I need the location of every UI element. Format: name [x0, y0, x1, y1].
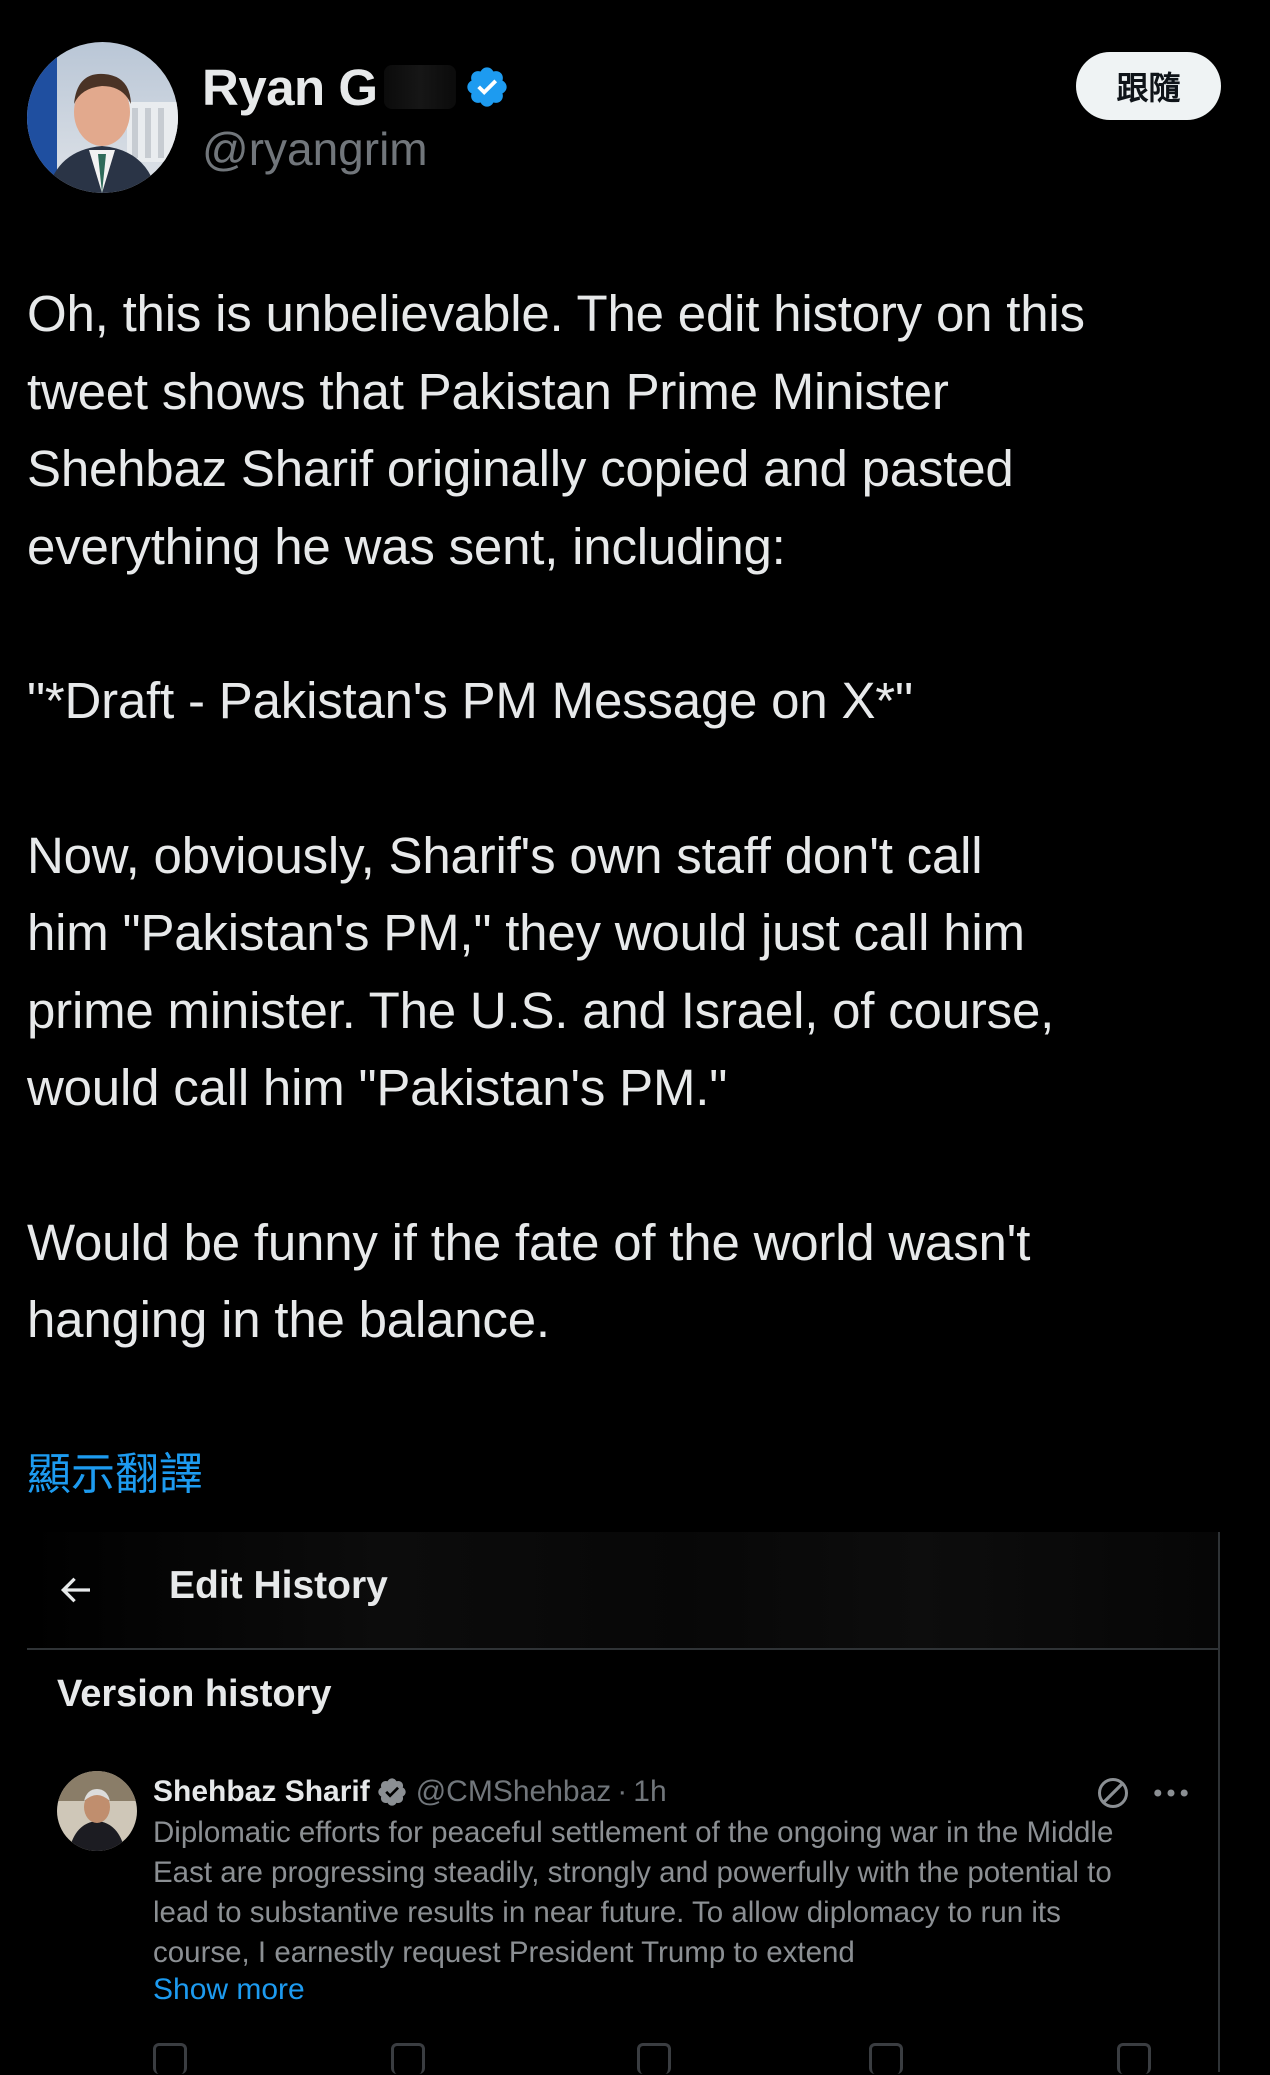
edit-pencil-icon[interactable]	[1095, 1775, 1131, 1811]
author-avatar[interactable]	[27, 42, 178, 193]
sharif-avatar[interactable]	[57, 1771, 137, 1851]
post-action-bar	[153, 2035, 1198, 2075]
tweet-paragraph: Oh, this is unbelievable. The edit histo…	[27, 285, 1085, 575]
post-timestamp[interactable]: 1h	[633, 1775, 666, 1809]
edit-history-title: Edit History	[169, 1564, 388, 1607]
tweet-paragraph: Now, obviously, Sharif's own staff don't…	[27, 826, 1055, 1117]
author-name-row: Ryan G	[202, 52, 510, 122]
verified-badge-icon	[378, 1778, 406, 1806]
redacted-name-part	[383, 65, 456, 109]
version-history-title: Version history	[57, 1673, 332, 1715]
back-arrow-icon[interactable]	[55, 1570, 95, 1610]
tweet-paragraph: "*Draft - Pakistan's PM Message on X*"	[27, 672, 913, 729]
embedded-screenshot[interactable]: Edit History Version history Shehbaz Sha…	[27, 1532, 1220, 2075]
author-display-name[interactable]: Ryan G	[202, 58, 378, 117]
show-more-link[interactable]: Show more	[153, 1973, 305, 2007]
author-handle[interactable]: @ryangrim	[202, 122, 428, 176]
tweet-paragraph: Would be funny if the fate of the world …	[27, 1213, 1031, 1349]
post-author-handle[interactable]: @CMShehbaz	[416, 1775, 612, 1809]
edit-history-header: Edit History	[27, 1532, 1218, 1650]
post-header: Shehbaz Sharif @CMShehbaz · 1h	[153, 1770, 667, 1814]
tweet-text: Oh, this is unbelievable. The edit histo…	[27, 275, 1252, 1359]
post-text: Diplomatic efforts for peaceful settleme…	[153, 1816, 1114, 1969]
separator-dot: ·	[617, 1775, 628, 1808]
post-author-name[interactable]: Shehbaz Sharif	[153, 1775, 370, 1809]
more-options-icon[interactable]	[1149, 1775, 1193, 1811]
follow-button[interactable]: 跟隨	[1076, 52, 1221, 120]
show-translation-link[interactable]: 顯示翻譯	[27, 1438, 203, 1502]
verified-badge-icon	[466, 67, 507, 107]
